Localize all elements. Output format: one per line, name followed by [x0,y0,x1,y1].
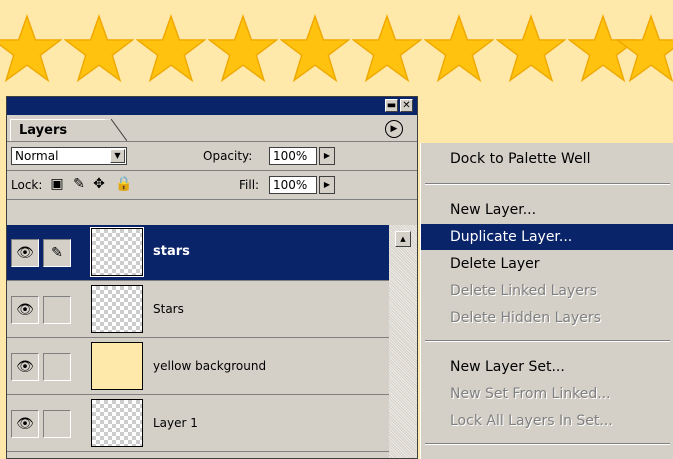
tab-layers[interactable]: Layers [10,119,106,141]
lock-row: Lock: ▣ ✎ ✥ 🔒 Fill: 100% ▶ [7,171,417,200]
lock-brush-icon[interactable]: ✎ [71,176,87,192]
menu-separator [425,340,670,342]
blend-mode-value: Normal [15,149,59,163]
star-row [0,14,673,84]
layer-thumbnail [91,399,143,447]
brush-icon[interactable]: ✎ [43,239,71,267]
menu-item-delete-layer[interactable]: Delete Layer [421,251,673,277]
palette-menu-button[interactable]: ▶ [385,120,403,138]
star-shape [136,14,206,84]
layer-thumbnail [90,227,144,277]
star-shape [616,14,673,84]
menu-separator [425,443,670,445]
link-box[interactable] [43,296,71,324]
layer-thumbnail [91,342,143,390]
layer-row[interactable]: 👁 ✎ stars [7,225,389,281]
menu-separator [425,183,670,185]
opacity-slider-button[interactable]: ▶ [319,147,335,165]
blend-mode-select[interactable]: Normal ▼ [11,147,127,165]
star-shape [280,14,350,84]
star-shape [496,14,566,84]
eye-icon[interactable]: 👁 [11,353,39,381]
menu-item-lock-all-layers-in-set: Lock All Layers In Set... [450,413,613,429]
eye-icon[interactable]: 👁 [11,296,39,324]
layer-thumbnail [91,285,143,333]
lock-move-icon[interactable]: ✥ [91,176,107,192]
menu-item-dock-to-palette-well[interactable]: Dock to Palette Well [421,146,673,172]
tab-edge [105,119,127,141]
layer-name: Layer 1 [153,416,198,430]
layer-name: Stars [153,302,184,316]
minimize-button[interactable]: ▬ [385,99,398,112]
star-shape [64,14,134,84]
layer-row[interactable]: 👁 Stars [7,282,389,338]
palette-flyout-menu: Dock to Palette Well New Layer... Duplic… [420,143,673,459]
layer-name: yellow background [153,359,267,373]
opacity-label: Opacity: [203,149,253,163]
menu-item-new-set-from-linked: New Set From Linked... [450,386,611,402]
menu-item-delete-hidden-layers: Delete Hidden Layers [450,310,601,326]
blend-row: Normal ▼ Opacity: 100% ▶ [7,142,417,171]
fill-field[interactable]: 100% [269,176,317,194]
menu-item-delete-linked-layers: Delete Linked Layers [450,283,597,299]
layers-palette: ▬ ✕ Layers ▶ Normal ▼ Opacity: 100% ▶ Lo… [6,96,418,459]
layers-scrollbar[interactable]: ▲ [389,225,417,458]
menu-item-duplicate-layer[interactable]: Duplicate Layer... [421,224,673,250]
scroll-up-icon[interactable]: ▲ [395,231,411,247]
fill-slider-button[interactable]: ▶ [319,176,335,194]
menu-item-new-layer-set[interactable]: New Layer Set... [421,354,673,380]
lock-transparency-icon[interactable]: ▣ [49,176,65,192]
lock-all-icon[interactable]: 🔒 [115,176,132,192]
layer-name: stars [153,244,190,259]
close-button[interactable]: ✕ [400,99,413,112]
link-box[interactable] [43,410,71,438]
palette-tabstrip: Layers ▶ [7,115,417,142]
fill-label: Fill: [239,178,260,192]
star-shape [208,14,278,84]
eye-icon[interactable]: 👁 [11,410,39,438]
star-shape [0,14,62,84]
chevron-down-icon[interactable]: ▼ [110,149,125,163]
link-box[interactable] [43,353,71,381]
layer-row[interactable]: 👁 Layer 1 [7,396,389,452]
lock-label: Lock: [11,178,43,192]
layer-row[interactable]: 👁 yellow background [7,339,389,395]
opacity-field[interactable]: 100% [269,147,317,165]
menu-item-new-layer[interactable]: New Layer... [421,197,673,223]
star-shape [352,14,422,84]
star-shape [424,14,494,84]
palette-titlebar[interactable]: ▬ ✕ [7,97,417,115]
layers-list: 👁 ✎ stars 👁 Stars 👁 yellow background 👁 … [7,225,389,458]
eye-icon[interactable]: 👁 [11,239,39,267]
